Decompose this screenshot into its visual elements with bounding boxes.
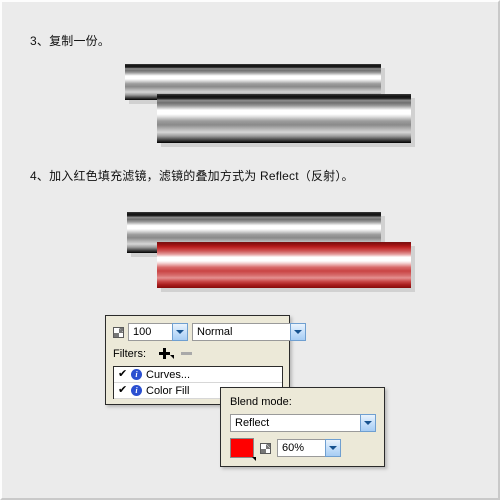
red-tube-lower <box>157 242 411 288</box>
remove-filter-icon <box>181 352 192 355</box>
check-icon[interactable]: ✔ <box>118 369 128 380</box>
blend-opacity-combo[interactable]: 60% <box>277 439 341 457</box>
filters-toolbar: Filters: <box>113 347 192 360</box>
chevron-down-icon <box>176 330 184 334</box>
blend-mode-dialog-title: Blend mode: <box>230 396 292 408</box>
chevron-down-icon <box>294 330 302 334</box>
check-icon[interactable]: ✔ <box>118 385 128 396</box>
filter-label: Curves... <box>146 368 191 381</box>
tutorial-page: 3、复制一份。 4、加入红色填充滤镜，滤镜的叠加方式为 Reflect（反射）。… <box>0 0 500 500</box>
info-icon: i <box>131 385 142 396</box>
blend-opacity-input[interactable]: 60% <box>277 439 325 457</box>
checkerboard-icon <box>113 326 124 338</box>
blend-mode-dropdown-button[interactable] <box>360 414 376 432</box>
blend-color-opacity-row: 60% <box>230 438 341 461</box>
blend-mode-select[interactable]: Reflect <box>230 414 376 432</box>
metal-tube-lower <box>157 94 411 143</box>
color-swatch[interactable] <box>230 438 256 461</box>
filters-label: Filters: <box>113 347 146 360</box>
chevron-down-icon <box>329 446 337 450</box>
opacity-dropdown-button[interactable] <box>172 323 188 341</box>
caret-down-icon[interactable] <box>252 457 256 461</box>
opacity-input[interactable]: 100 <box>128 323 172 341</box>
blend-mode-input[interactable]: Normal <box>192 323 290 341</box>
checkerboard-icon <box>260 442 271 454</box>
filter-label: Color Fill <box>146 384 190 397</box>
blend-mode-value[interactable]: Reflect <box>230 414 360 432</box>
step-4-caption: 4、加入红色填充滤镜，滤镜的叠加方式为 Reflect（反射）。 <box>30 169 354 183</box>
list-item[interactable]: ✔ i Curves... <box>114 367 282 383</box>
add-filter-icon[interactable] <box>158 347 171 360</box>
blend-opacity-dropdown-button[interactable] <box>325 439 341 457</box>
blend-mode-combo[interactable]: Normal <box>192 323 306 341</box>
step-3-caption: 3、复制一份。 <box>30 34 111 48</box>
opacity-combo[interactable]: 100 <box>128 323 188 341</box>
chevron-down-icon <box>364 421 372 425</box>
info-icon: i <box>131 369 142 380</box>
opacity-row: 100 Normal <box>113 323 306 341</box>
blend-mode-dialog: Blend mode: Reflect 60% <box>220 387 385 467</box>
blend-mode-dropdown-button[interactable] <box>290 323 306 341</box>
